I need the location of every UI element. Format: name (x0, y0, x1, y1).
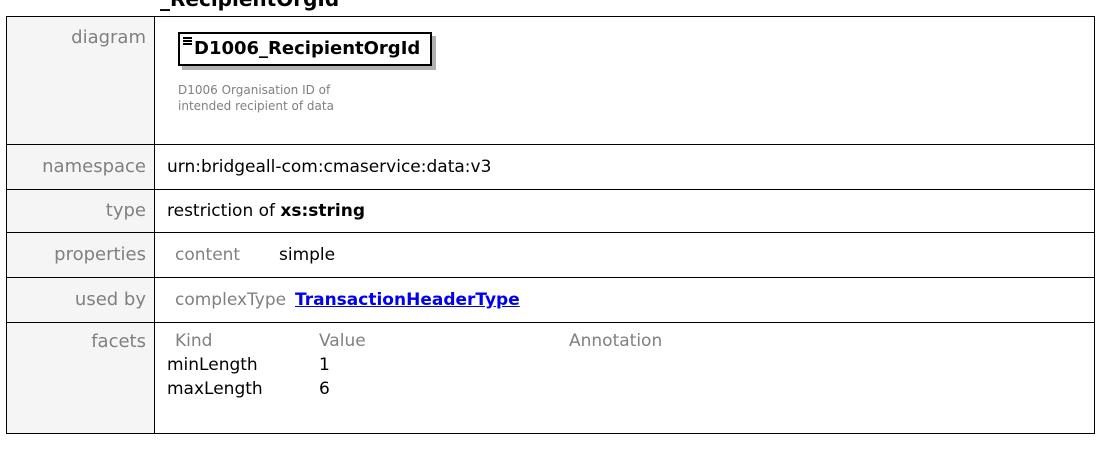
type-prefix: restriction of (167, 201, 281, 221)
schema-doc-page: _RecipientOrgId diagram D1006_RecipientO… (0, 0, 1102, 450)
facets-header-value: Value (319, 331, 366, 351)
namespace-label: namespace (6, 144, 155, 190)
type-base: xs:string (280, 201, 366, 221)
element-diagram-annotation: D1006 Organisation ID of intended recipi… (178, 82, 418, 114)
facet-annotation (569, 377, 869, 401)
diagram-cell: D1006_RecipientOrgId D1006 Organisation … (154, 16, 1095, 145)
type-row: type restriction of xs:string (6, 189, 1095, 233)
element-heading: _RecipientOrgId (160, 0, 339, 11)
facet-value: 6 (319, 379, 330, 399)
facets-label: facets (6, 322, 155, 434)
facets-header-row: Kind Value Annotation (167, 329, 869, 353)
transaction-header-type-link[interactable]: TransactionHeaderType (295, 278, 520, 322)
element-diagram-name: D1006_RecipientOrgId (194, 38, 421, 59)
properties-value: content simple (154, 232, 1095, 278)
properties-label: properties (6, 232, 155, 278)
diagram-label: diagram (6, 16, 155, 145)
used-by-row: used by complexType TransactionHeaderType (6, 277, 1095, 323)
type-value: restriction of xs:string (154, 189, 1095, 233)
facet-kind: maxLength (167, 379, 263, 399)
used-by-value: complexType TransactionHeaderType (154, 277, 1095, 323)
type-label: type (6, 189, 155, 233)
facets-value: Kind Value Annotation minLength 1 maxLen… (154, 322, 1095, 434)
facets-header-kind: Kind (175, 331, 213, 351)
namespace-value: urn:bridgeall-com:cmaservice:data:v3 (154, 144, 1095, 190)
facets-row: facets Kind Value Annotation minLength 1… (6, 322, 1095, 434)
documentation-lines-icon (183, 37, 192, 46)
element-diagram-box[interactable]: D1006_RecipientOrgId (178, 32, 433, 66)
used-by-kind: complexType (175, 290, 287, 310)
used-by-label: used by (6, 277, 155, 323)
facet-row: maxLength 6 (167, 377, 869, 401)
element-properties-table: diagram D1006_RecipientOrgId D1006 Organ… (6, 16, 1095, 434)
facets-header-annotation: Annotation (569, 331, 663, 351)
facet-row: minLength 1 (167, 353, 869, 377)
annotation-line-1: D1006 Organisation ID of (178, 83, 331, 97)
namespace-row: namespace urn:bridgeall-com:cmaservice:d… (6, 144, 1095, 190)
facet-annotation (569, 353, 869, 377)
facet-kind: minLength (167, 355, 258, 375)
properties-content-key: content (175, 245, 241, 265)
properties-row: properties content simple (6, 232, 1095, 278)
facets-table: Kind Value Annotation minLength 1 maxLen… (167, 329, 869, 401)
facet-value: 1 (319, 355, 330, 375)
properties-content-value: simple (279, 245, 336, 265)
diagram-row: diagram D1006_RecipientOrgId D1006 Organ… (6, 16, 1095, 145)
annotation-line-2: intended recipient of data (178, 99, 334, 113)
